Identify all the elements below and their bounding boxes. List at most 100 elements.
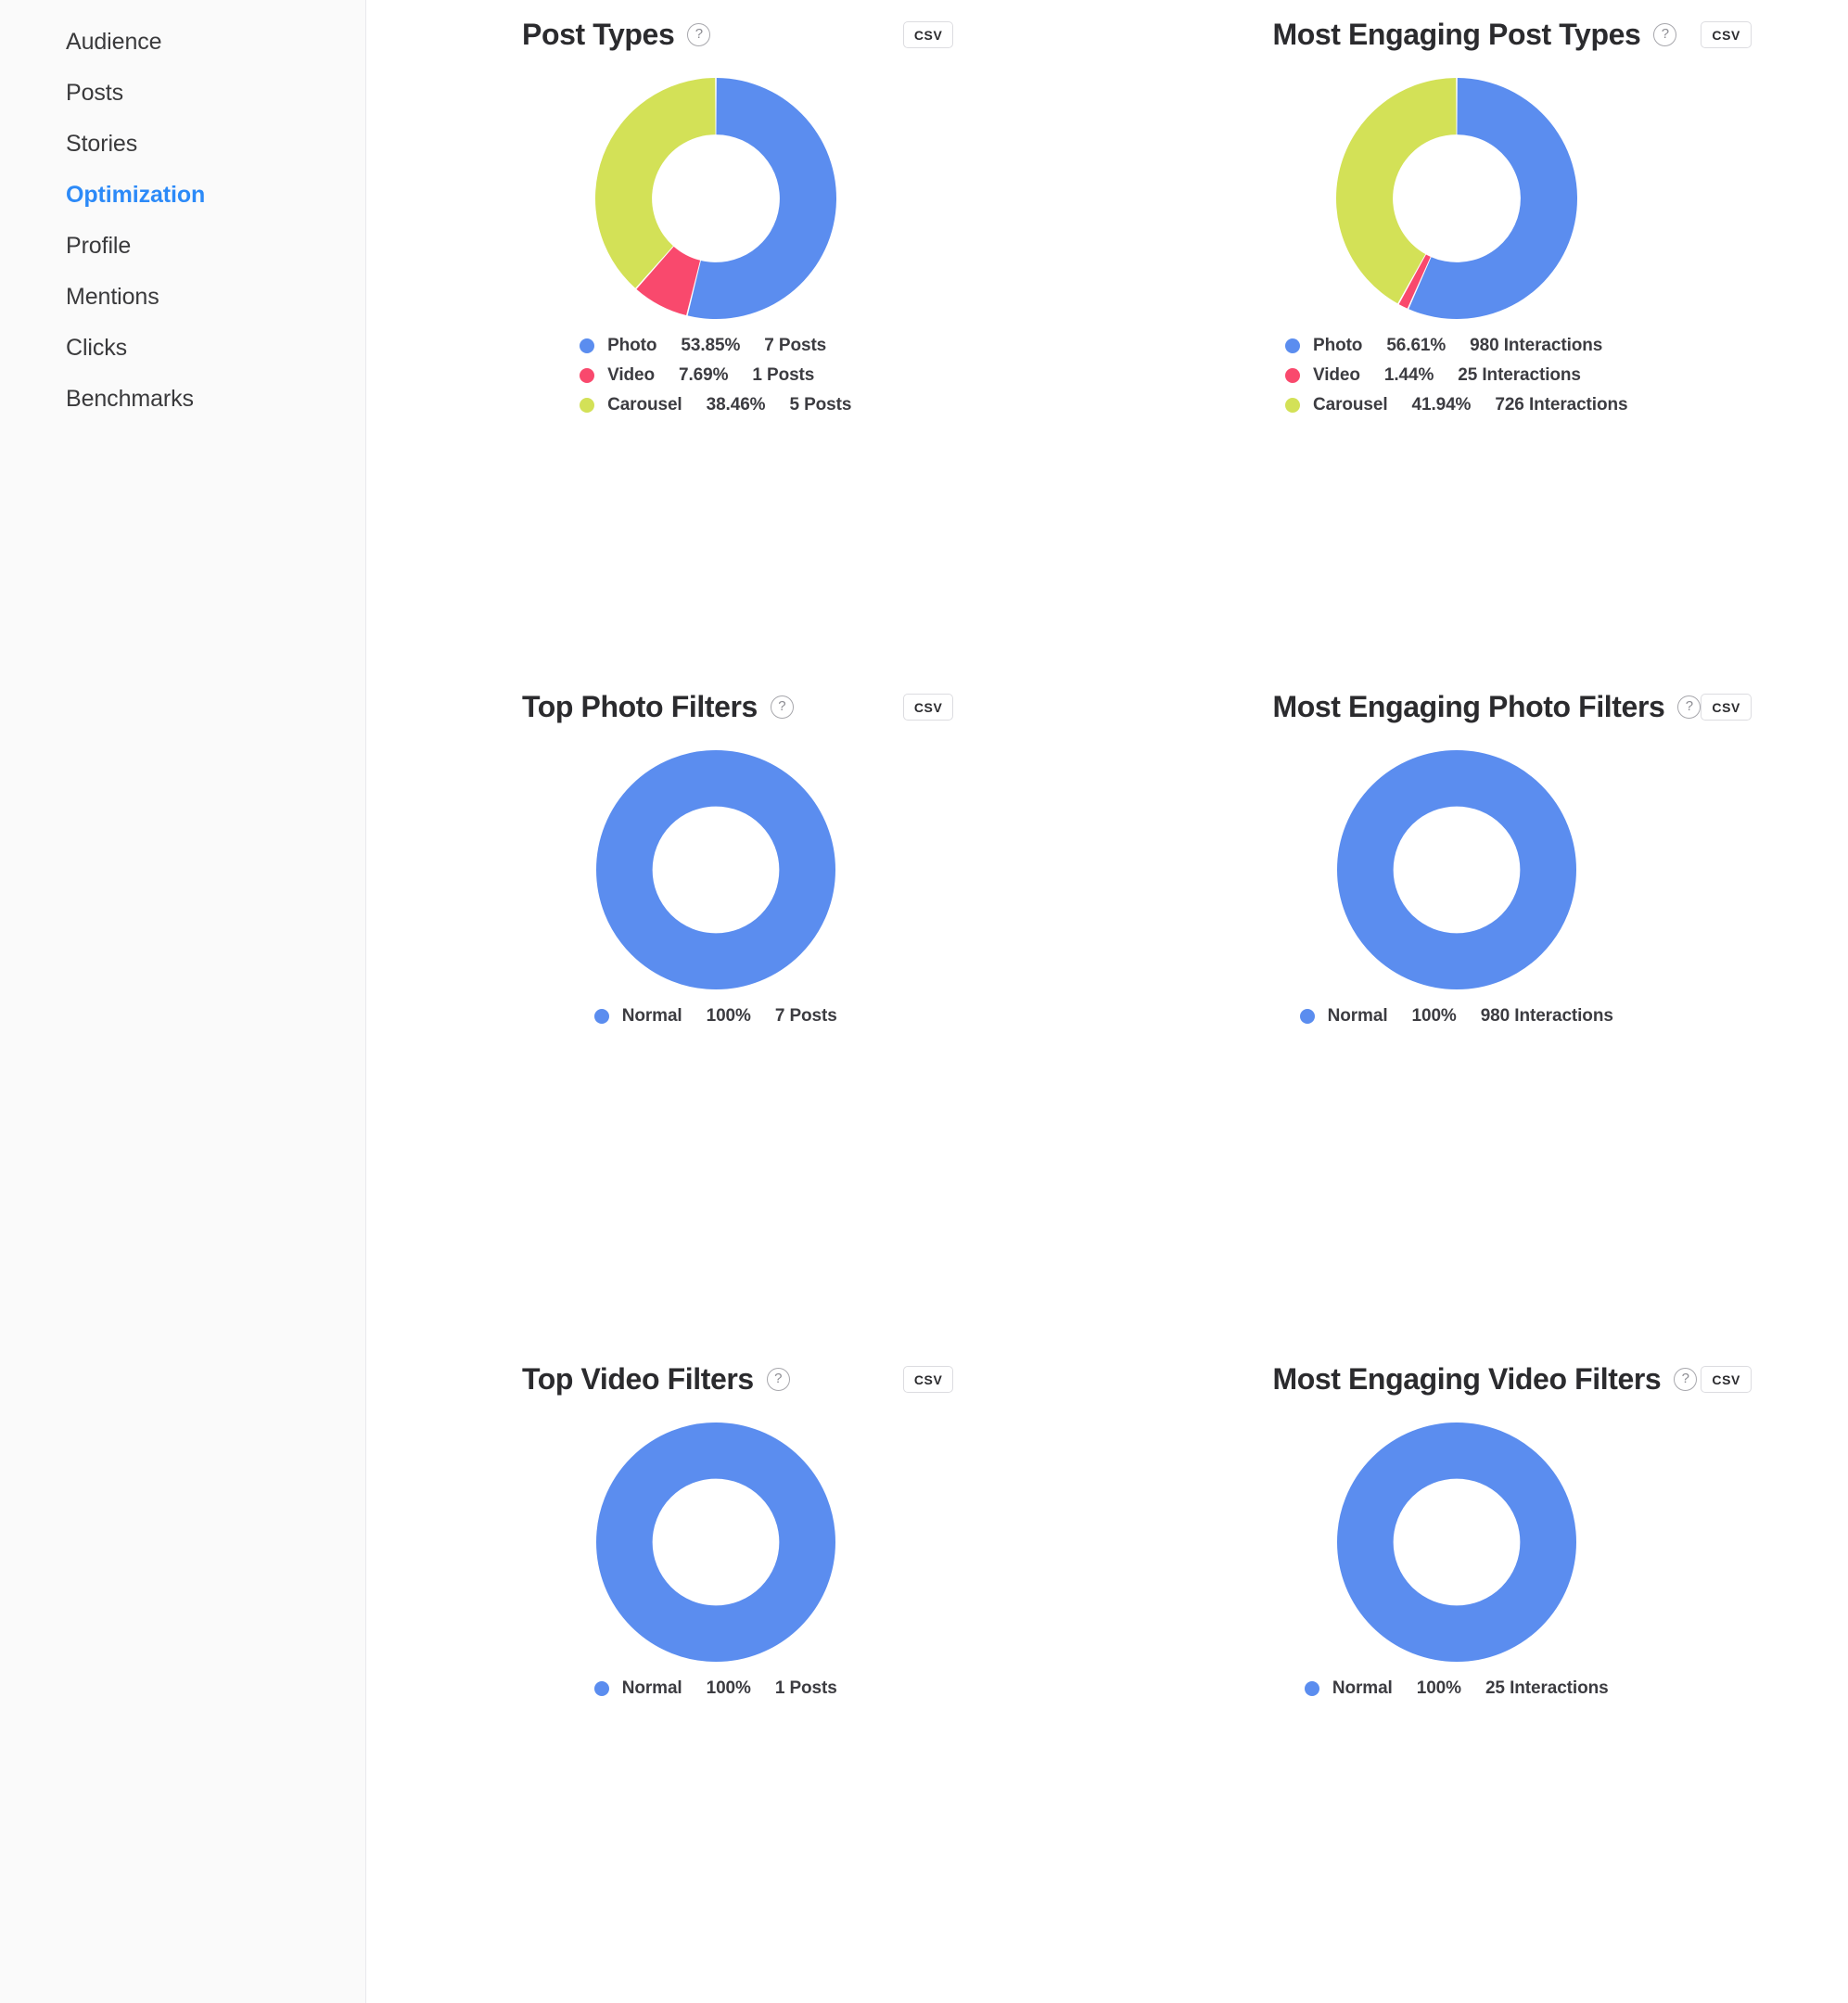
legend-color-dot: [1299, 1009, 1315, 1024]
legend-percentage: 7.69%: [678, 365, 729, 385]
panel-top-photo-filters: Top Photo Filters? CSV Normal 100% 7 Posts: [366, 672, 1065, 1345]
help-icon[interactable]: ?: [1653, 22, 1677, 46]
sidebar-item-profile[interactable]: Profile: [0, 221, 365, 272]
legend-label: Carousel: [1313, 395, 1388, 415]
sidebar-nav: Audience Posts Stories Optimization Profile M…: [0, 0, 366, 2003]
legend-label: Photo: [607, 336, 657, 355]
legend-item[interactable]: Normal 100% 7 Posts: [593, 1006, 837, 1027]
legend-color-dot: [580, 368, 595, 383]
sidebar-item-mentions[interactable]: Mentions: [0, 272, 365, 323]
chart-and-legend: Normal 100% 1 Posts: [593, 1423, 837, 1699]
csv-export-button[interactable]: CSV: [902, 1365, 954, 1393]
legend-count: 25 Interactions: [1458, 365, 1581, 385]
legend-percentage: 100%: [1411, 1006, 1457, 1026]
chart-area: Normal 100% 7 Posts: [366, 730, 1064, 1027]
legend-percentage: 100%: [706, 1006, 751, 1026]
legend-percentage: 38.46%: [706, 395, 766, 415]
legend-item[interactable]: Video 1.44% 25 Interactions: [1285, 365, 1581, 386]
panel-title-wrap: Top Photo Filters?: [522, 690, 794, 724]
sidebar-item-clicks[interactable]: Clicks: [0, 323, 365, 374]
legend-item[interactable]: Carousel 38.46% 5 Posts: [580, 395, 851, 415]
legend-percentage: 100%: [706, 1678, 751, 1698]
panel-title: Top Video Filters: [522, 1361, 754, 1396]
csv-export-button[interactable]: CSV: [1701, 20, 1752, 48]
donut-slice-carousel[interactable]: [594, 78, 716, 288]
legend-color-dot: [1285, 368, 1300, 383]
panel-title: Most Engaging Video Filters: [1272, 1361, 1662, 1396]
sidebar-item-posts[interactable]: Posts: [0, 68, 365, 119]
help-icon[interactable]: ?: [1674, 1367, 1698, 1391]
legend-percentage: 56.61%: [1386, 336, 1447, 355]
chart-and-legend: Photo 56.61% 980 Interactions Video 1.44% 25 …: [1285, 78, 1628, 415]
panel-post-types: Post Types? CSV Photo 53.85% 7 Posts Video 7.6…: [366, 0, 1065, 672]
chart-legend: Normal 100% 1 Posts: [593, 1678, 837, 1699]
legend-item[interactable]: Photo 56.61% 980 Interactions: [1285, 336, 1602, 356]
sidebar-item-benchmarks[interactable]: Benchmarks: [0, 374, 365, 425]
legend-item[interactable]: Video 7.69% 1 Posts: [580, 365, 814, 386]
chart-area: Photo 56.61% 980 Interactions Video 1.44% 25 …: [1064, 57, 1848, 415]
chart-area: Normal 100% 25 Interactions: [1064, 1402, 1848, 1699]
chart-legend: Normal 100% 980 Interactions: [1299, 1006, 1613, 1027]
donut-chart: [1335, 78, 1577, 319]
legend-color-dot: [1285, 398, 1300, 413]
panel-title-wrap: Most Engaging Video Filters?: [1272, 1361, 1698, 1397]
legend-label: Video: [1313, 365, 1360, 385]
chart-and-legend: Normal 100% 980 Interactions: [1299, 750, 1613, 1027]
legend-color-dot: [593, 1009, 609, 1024]
donut-chart: [595, 1423, 835, 1662]
legend-color-dot: [593, 1681, 609, 1696]
legend-count: 7 Posts: [764, 336, 827, 355]
csv-export-button[interactable]: CSV: [902, 693, 954, 721]
legend-count: 5 Posts: [789, 395, 852, 415]
panel-title-wrap: Most Engaging Post Types?: [1272, 18, 1677, 52]
legend-count: 7 Posts: [774, 1006, 837, 1026]
panel-most-engaging-photo-filters: Most Engaging Photo Filters? CSV Normal 100…: [1064, 672, 1848, 1345]
legend-count: 1 Posts: [752, 365, 815, 385]
chart-and-legend: Normal 100% 25 Interactions: [1304, 1423, 1609, 1699]
panel-title-wrap: Post Types?: [522, 17, 711, 52]
legend-color-dot: [1304, 1681, 1319, 1696]
csv-export-button[interactable]: CSV: [902, 20, 954, 48]
panel-title-wrap: Most Engaging Photo Filters?: [1272, 690, 1701, 724]
chart-legend: Normal 100% 25 Interactions: [1304, 1678, 1609, 1699]
legend-item[interactable]: Normal 100% 1 Posts: [593, 1678, 837, 1699]
legend-item[interactable]: Normal 100% 980 Interactions: [1299, 1006, 1613, 1027]
chart-legend: Normal 100% 7 Posts: [593, 1006, 837, 1027]
chart-and-legend: Normal 100% 7 Posts: [593, 750, 837, 1027]
legend-label: Normal: [1327, 1006, 1388, 1026]
legend-label: Video: [607, 365, 655, 385]
help-icon[interactable]: ?: [770, 695, 794, 719]
chart-area: Normal 100% 980 Interactions: [1064, 730, 1848, 1027]
legend-percentage: 1.44%: [1383, 365, 1434, 385]
legend-label: Normal: [621, 1678, 682, 1698]
help-icon[interactable]: ?: [766, 1367, 790, 1391]
panel-header: Most Engaging Post Types? CSV: [1064, 0, 1848, 57]
legend-item[interactable]: Photo 53.85% 7 Posts: [580, 336, 826, 356]
csv-export-button[interactable]: CSV: [1701, 1365, 1752, 1393]
panel-header: Top Photo Filters? CSV: [366, 672, 1064, 730]
sidebar-item-stories[interactable]: Stories: [0, 119, 365, 170]
legend-count: 980 Interactions: [1480, 1006, 1613, 1026]
help-icon[interactable]: ?: [687, 22, 711, 46]
csv-export-button[interactable]: CSV: [1701, 693, 1752, 721]
legend-label: Carousel: [607, 395, 682, 415]
legend-item[interactable]: Carousel 41.94% 726 Interactions: [1285, 395, 1628, 415]
panel-title: Post Types: [522, 17, 675, 51]
legend-label: Normal: [1332, 1678, 1393, 1698]
sidebar-item-optimization[interactable]: Optimization: [0, 170, 365, 221]
chart-area: Normal 100% 1 Posts: [366, 1402, 1064, 1699]
panel-title: Top Photo Filters: [522, 689, 758, 723]
donut-chart: [595, 750, 835, 989]
legend-color-dot: [580, 338, 595, 353]
panel-title: Most Engaging Photo Filters: [1272, 689, 1665, 723]
legend-item[interactable]: Normal 100% 25 Interactions: [1304, 1678, 1609, 1699]
legend-count: 726 Interactions: [1495, 395, 1628, 415]
legend-percentage: 100%: [1416, 1678, 1461, 1698]
panel-grid: Post Types? CSV Photo 53.85% 7 Posts Video 7.6…: [366, 0, 1848, 2003]
legend-count: 25 Interactions: [1485, 1678, 1609, 1698]
legend-label: Photo: [1313, 336, 1363, 355]
chart-legend: Photo 56.61% 980 Interactions Video 1.44% 25 …: [1285, 336, 1628, 415]
help-icon[interactable]: ?: [1677, 695, 1701, 719]
sidebar-item-audience[interactable]: Audience: [0, 17, 365, 68]
panel-top-video-filters: Top Video Filters? CSV Normal 100% 1 Posts: [366, 1345, 1065, 2003]
